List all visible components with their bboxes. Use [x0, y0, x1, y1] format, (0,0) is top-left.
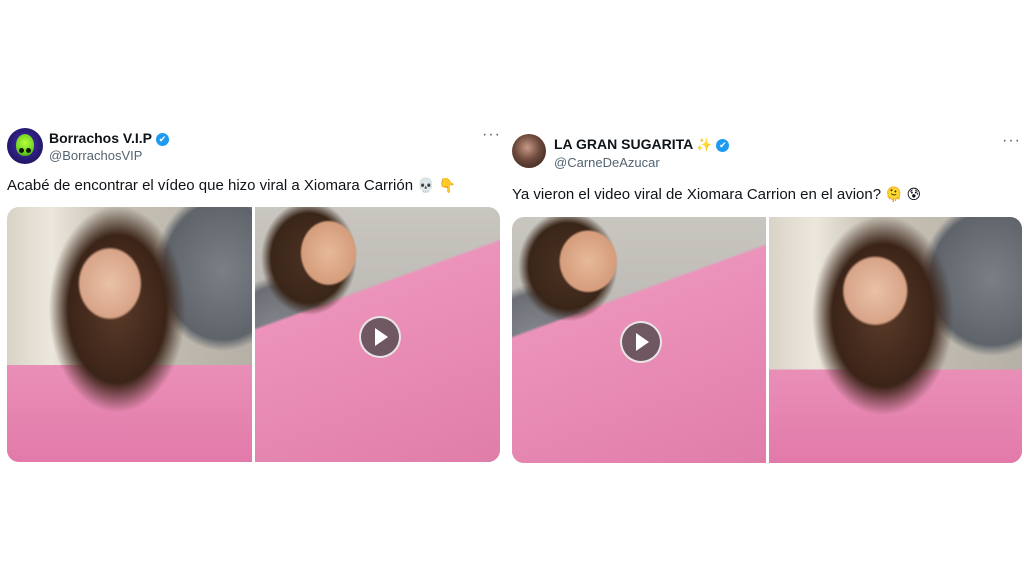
media-photo[interactable]: [7, 207, 252, 462]
media-video[interactable]: [255, 207, 500, 462]
pointing-down-emoji: 👇: [438, 177, 456, 193]
melting-face-emoji: 🫠: [885, 186, 903, 202]
verified-badge-icon: ✔: [155, 132, 169, 146]
play-button-icon[interactable]: [358, 315, 401, 358]
tweet-borrachos: Borrachos V.I.P ✔ @BorrachosVIP ··· Acabé…: [5, 124, 505, 464]
author-handle[interactable]: @CarneDeAzucar: [554, 155, 660, 170]
tweet-media: [7, 207, 500, 462]
author-handle[interactable]: @BorrachosVIP: [49, 148, 142, 163]
author-name[interactable]: LA GRAN SUGARITA ✨ ✔: [554, 136, 730, 153]
more-options-icon[interactable]: ···: [1002, 132, 1021, 150]
media-video[interactable]: [512, 217, 766, 463]
author-name[interactable]: Borrachos V.I.P ✔: [49, 130, 169, 146]
play-button-icon[interactable]: [619, 321, 662, 363]
woman-avatar-icon[interactable]: [512, 134, 546, 168]
alien-avatar-icon[interactable]: [7, 128, 43, 164]
skull-emoji: 💀: [417, 177, 435, 193]
verified-badge-icon: ✔: [716, 138, 730, 152]
media-photo[interactable]: [768, 217, 1022, 463]
anxious-sweat-emoji: 😰: [906, 186, 922, 202]
tweet-text: Acabé de encontrar el vídeo que hizo vir…: [7, 177, 456, 194]
tweet-media: [512, 217, 1022, 463]
tweet-text: Ya vieron el video viral de Xiomara Carr…: [512, 186, 922, 203]
tweet-sugarita: LA GRAN SUGARITA ✨ ✔ @CarneDeAzucar ··· Ya…: [510, 130, 1024, 464]
more-options-icon[interactable]: ···: [482, 126, 501, 144]
sparkles-icon: ✨: [696, 137, 713, 153]
